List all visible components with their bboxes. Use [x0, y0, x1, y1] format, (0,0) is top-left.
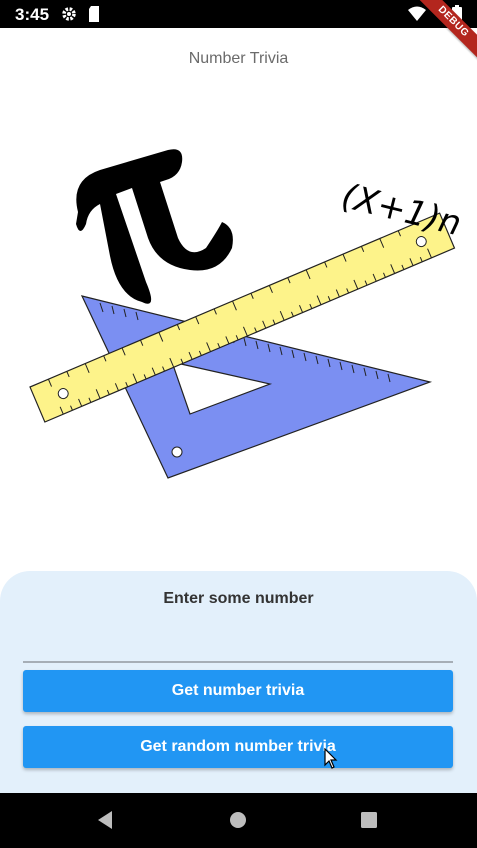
gear-icon [60, 5, 78, 28]
back-icon[interactable] [96, 810, 114, 835]
input-label: Enter some number [163, 590, 314, 607]
recents-icon[interactable] [360, 811, 378, 834]
mouse-cursor-icon [324, 748, 338, 769]
page-title: Number Trivia [188, 50, 289, 67]
input-panel: Enter some number Get number trivia Get … [0, 571, 477, 793]
pi-symbol-icon [76, 149, 233, 304]
number-input[interactable] [23, 631, 453, 663]
status-bar: 3:45 [0, 0, 477, 28]
get-number-trivia-button[interactable]: Get number trivia [23, 670, 453, 712]
home-icon[interactable] [229, 811, 247, 834]
math-illustration: (X+1)n [29, 149, 465, 479]
sd-card-icon [87, 5, 101, 28]
status-time: 3:45 [15, 5, 50, 24]
get-random-trivia-button[interactable]: Get random number trivia [23, 726, 453, 768]
nav-bar [0, 793, 477, 848]
wifi-icon [408, 6, 426, 27]
